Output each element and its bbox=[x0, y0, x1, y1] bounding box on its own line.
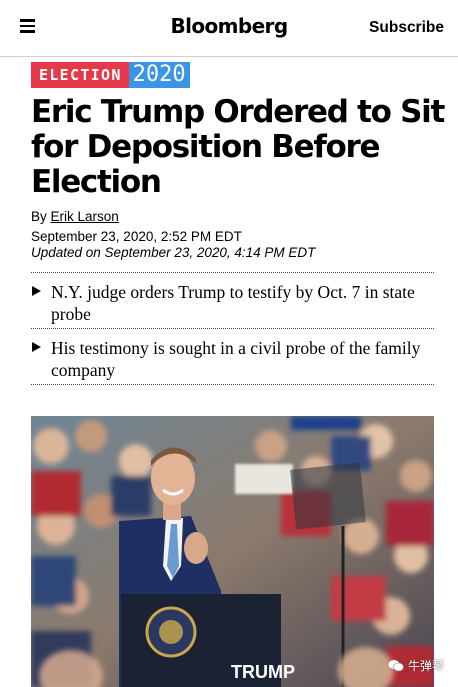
wechat-icon bbox=[388, 660, 404, 672]
byline-prefix: By bbox=[31, 209, 47, 224]
takeaway-text: His testimony is sought in a civil probe… bbox=[51, 338, 421, 380]
podium-sign-text: TRUMP bbox=[231, 662, 295, 682]
key-takeaways-list: N.Y. judge orders Trump to testify by Oc… bbox=[31, 272, 434, 385]
author-link[interactable]: Erik Larson bbox=[51, 209, 119, 224]
takeaway-item: His testimony is sought in a civil probe… bbox=[31, 329, 434, 385]
subscribe-button[interactable]: Subscribe bbox=[369, 19, 444, 37]
takeaway-text: N.Y. judge orders Trump to testify by Oc… bbox=[51, 282, 415, 324]
article-photo: TRUMP bbox=[31, 416, 434, 687]
bullet-triangle-icon bbox=[32, 342, 41, 352]
election-badge-word: ELECTION bbox=[31, 62, 129, 88]
watermark-text: 牛弹琴 bbox=[407, 659, 444, 673]
rally-photo-illustration: TRUMP bbox=[31, 416, 434, 687]
article-headline: Eric Trump Ordered to Sit for Deposition… bbox=[31, 94, 445, 200]
election-2020-badge[interactable]: ELECTION 2020 bbox=[31, 62, 190, 88]
watermark: 牛弹琴 bbox=[388, 657, 444, 674]
updated-timestamp: Updated on September 23, 2020, 4:14 PM E… bbox=[31, 245, 316, 260]
election-badge-year: 2020 bbox=[128, 62, 190, 88]
byline: By Erik Larson bbox=[31, 209, 119, 224]
top-bar: Bloomberg Subscribe bbox=[0, 0, 458, 57]
takeaway-item: N.Y. judge orders Trump to testify by Oc… bbox=[31, 273, 434, 329]
published-timestamp: September 23, 2020, 2:52 PM EDT bbox=[31, 229, 242, 244]
bullet-triangle-icon bbox=[32, 286, 41, 296]
